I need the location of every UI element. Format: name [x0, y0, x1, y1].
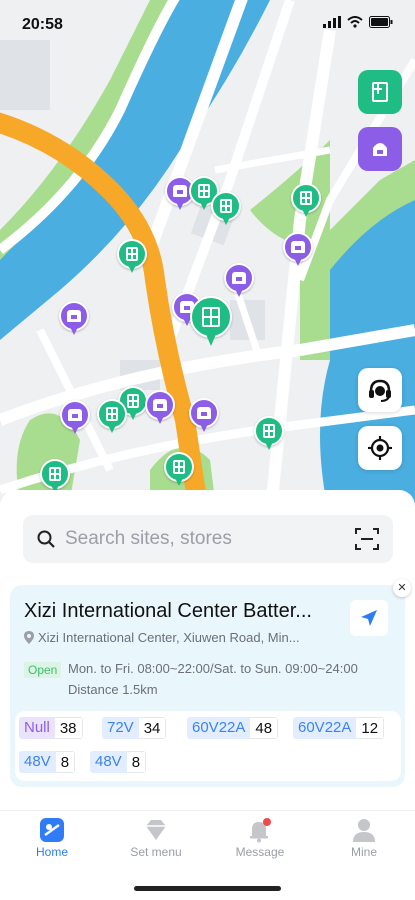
site-name: Xizi International Center Batter... — [24, 600, 312, 622]
location-pin-icon — [24, 631, 34, 644]
store-pin[interactable] — [189, 398, 219, 436]
search-bar[interactable]: Search sites, stores — [23, 515, 393, 563]
tab-bar: Home Set menu Message Mine — [0, 810, 415, 865]
cabinet-icon — [372, 82, 388, 102]
signal-icon — [323, 16, 341, 28]
store-pin[interactable] — [60, 400, 90, 438]
cabinet-icon — [127, 394, 139, 408]
cabinet-icon — [106, 407, 118, 421]
store-icon — [68, 409, 82, 421]
scan-icon[interactable] — [355, 528, 379, 550]
cabinet-icon — [202, 307, 220, 327]
selected-cabinet-pin[interactable] — [190, 296, 232, 350]
cabinet-icon — [220, 199, 232, 213]
cabinet-icon — [300, 191, 312, 205]
store-icon — [67, 310, 81, 322]
opening-hours: Mon. to Fri. 08:00~22:00/Sat. to Sun. 09… — [68, 661, 358, 676]
store-icon — [173, 185, 187, 197]
cabinet-pin[interactable] — [291, 183, 321, 221]
cabinet-pin[interactable] — [97, 399, 127, 437]
store-icon — [373, 143, 387, 156]
customer-service-button[interactable] — [358, 368, 402, 412]
battery-inventory: Null 38 72V 34 60V22A 48 60V22A 12 48V 8 48V 8 — [15, 711, 401, 781]
site-card[interactable]: ✕ Xizi International Center Batter... Xi… — [10, 579, 411, 787]
bell-icon — [250, 818, 271, 843]
crosshair-icon — [368, 436, 392, 460]
cabinet-pin[interactable] — [164, 452, 194, 490]
clock: 20:58 — [22, 16, 63, 33]
store-icon — [232, 272, 246, 284]
tab-set-menu-label: Set menu — [130, 845, 182, 859]
cabinet-icon — [126, 247, 138, 261]
battery-chip: 48V 8 — [90, 751, 147, 773]
battery-icon — [369, 16, 393, 28]
cabinet-icon — [173, 460, 185, 474]
battery-chip: 60V22A 48 — [187, 717, 279, 739]
cabinet-icon — [49, 467, 61, 481]
tab-set-menu[interactable]: Set menu — [116, 817, 196, 859]
cabinet-filter-button[interactable] — [358, 70, 402, 114]
tab-message-label: Message — [235, 845, 285, 859]
site-address: Xizi International Center, Xiuwen Road, … — [38, 630, 300, 645]
cabinet-pin[interactable] — [211, 191, 241, 229]
wifi-icon — [347, 16, 363, 28]
tab-home-label: Home — [35, 845, 68, 859]
site-distance: Distance 1.5km — [68, 682, 158, 697]
search-input[interactable]: Search sites, stores — [65, 528, 355, 550]
navigate-button[interactable] — [350, 600, 388, 636]
cabinet-pin[interactable] — [254, 416, 284, 454]
diamond-icon — [146, 820, 166, 840]
tab-message[interactable]: Message — [220, 817, 300, 859]
map-icon — [40, 818, 64, 842]
battery-chip: 48V 8 — [19, 751, 76, 773]
battery-chip: 60V22A 12 — [293, 717, 385, 739]
store-filter-button[interactable] — [358, 127, 402, 171]
search-icon — [37, 530, 55, 548]
store-icon — [291, 241, 305, 253]
battery-chip: Null 38 — [19, 717, 83, 739]
map-view[interactable] — [0, 0, 415, 520]
headset-icon — [369, 379, 391, 402]
store-pin[interactable] — [145, 390, 175, 428]
tab-home[interactable]: Home — [12, 817, 92, 859]
locate-me-button[interactable] — [358, 426, 402, 470]
status-icons — [323, 16, 393, 28]
store-icon — [197, 407, 211, 419]
store-pin[interactable] — [59, 301, 89, 339]
tab-mine-label: Mine — [350, 845, 377, 859]
close-icon[interactable]: ✕ — [393, 579, 411, 597]
cabinet-pin[interactable] — [117, 239, 147, 277]
cabinet-icon — [198, 184, 210, 198]
navigation-arrow-icon — [361, 610, 377, 626]
status-bar: 20:58 — [0, 0, 415, 48]
store-pin[interactable] — [283, 232, 313, 270]
open-status-badge: Open — [24, 662, 62, 678]
cabinet-icon — [263, 424, 275, 438]
home-indicator — [134, 886, 281, 891]
battery-chip: 72V 34 — [102, 717, 167, 739]
address-row: Xizi International Center, Xiuwen Road, … — [24, 630, 300, 645]
map-base — [0, 0, 415, 520]
store-icon — [153, 399, 167, 411]
tab-mine[interactable]: Mine — [324, 817, 404, 859]
user-icon — [353, 819, 375, 842]
